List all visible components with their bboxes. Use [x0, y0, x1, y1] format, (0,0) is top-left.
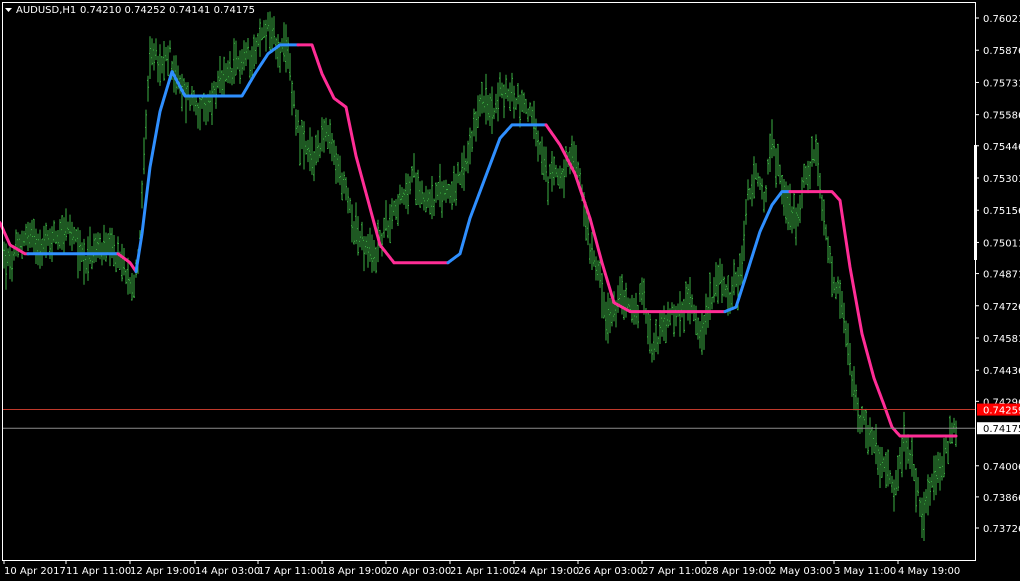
time-tick-label: 20 Apr 03:00 — [386, 566, 451, 577]
symbol-label: AUDUSD,H1 — [16, 5, 76, 16]
time-tick-label: 18 Apr 19:00 — [322, 566, 387, 577]
time-tick-label: 26 Apr 03:00 — [578, 566, 643, 577]
time-tick-label: 10 Apr 2017 — [4, 566, 66, 577]
price-tick-label: 0.74871 — [983, 270, 1020, 281]
price-tick-label: 0.75011 — [983, 238, 1020, 249]
time-tick-label: 27 Apr 11:00 — [642, 566, 707, 577]
time-tick-label: 14 Apr 03:00 — [195, 566, 260, 577]
time-tick-label: 28 Apr 19:00 — [706, 566, 771, 577]
price-tick-label: 0.75876 — [983, 46, 1020, 57]
price-tick-label: 0.76021 — [983, 14, 1020, 25]
chart-header: AUDUSD,H1 0.74210 0.74252 0.74141 0.7417… — [5, 5, 255, 16]
ask-price-label: 0.74259 — [983, 406, 1020, 417]
price-tick-label: 0.73726 — [983, 524, 1020, 535]
time-tick-label: 2 May 03:00 — [770, 566, 832, 577]
ask-price-tag: 0.74259 — [977, 403, 1020, 417]
price-tick-label: 0.75586 — [983, 111, 1020, 122]
time-tick-label: 17 Apr 11:00 — [258, 566, 323, 577]
bid-price-label: 0.74175 — [983, 424, 1020, 435]
price-tick-label: 0.74006 — [983, 462, 1020, 473]
bid-price-tag: 0.74175 — [977, 422, 1020, 435]
price-chart[interactable]: 0.76021 0.75876 0.75731 0.75586 0.75446 0.753… — [0, 0, 1020, 581]
time-tick-label: 4 May 19:00 — [898, 566, 960, 577]
price-tick-label: 0.74581 — [983, 334, 1020, 345]
time-tick-label: 12 Apr 19:00 — [130, 566, 195, 577]
price-tick-label: 0.75301 — [983, 174, 1020, 185]
time-tick-label: 3 May 11:00 — [834, 566, 896, 577]
ohlc-values: 0.74210 0.74252 0.74141 0.74175 — [80, 5, 255, 16]
time-tick-label: 21 Apr 11:00 — [450, 566, 515, 577]
price-tick-label: 0.74436 — [983, 366, 1020, 377]
price-tick-label: 0.74726 — [983, 302, 1020, 313]
price-tick-label: 0.75156 — [983, 206, 1020, 217]
time-tick-label: 24 Apr 19:00 — [514, 566, 579, 577]
price-tick-label: 0.73866 — [983, 493, 1020, 504]
price-tick-label: 0.75446 — [983, 142, 1020, 153]
time-tick-label: 11 Apr 11:00 — [66, 566, 131, 577]
price-tick-label: 0.75731 — [983, 78, 1020, 89]
